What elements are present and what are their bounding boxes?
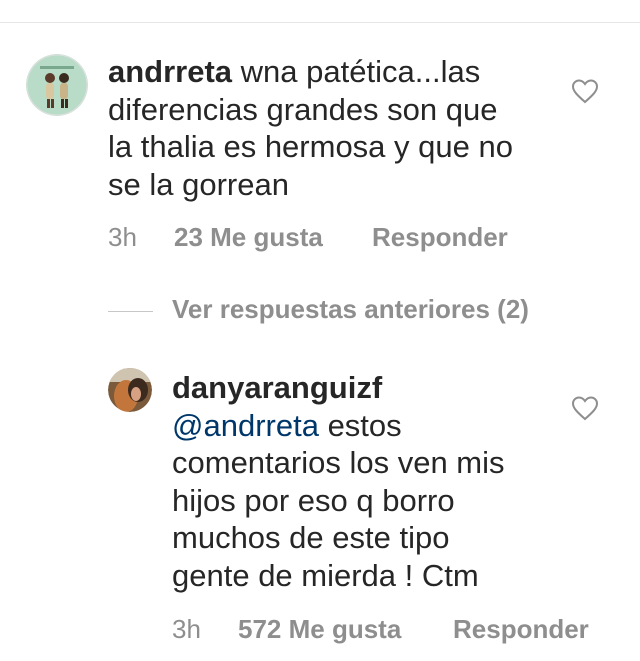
comment-username[interactable]: danyaranguizf [172,370,382,405]
comment-text-line: gente de mierda ! Ctm [172,557,479,593]
view-previous-replies-label: Ver respuestas anteriores (2) [172,294,529,324]
mention-link[interactable]: @andrreta [172,408,319,443]
avatar[interactable] [108,368,152,412]
comment-text-line: hijos por eso q borro [172,482,455,518]
top-divider [0,22,640,23]
avatar[interactable] [26,54,88,116]
comment-username[interactable]: andrreta [108,54,232,89]
comment-time: 3h [108,222,137,252]
comment-text-line: estos [327,407,402,443]
comment-line: andrreta wna patética...las [108,53,548,91]
comment-meta: 3h 572 Me gusta Responder [172,614,622,646]
comment-body: danyaranguizf @andrreta estos comentario… [172,369,552,594]
like-heart-icon[interactable] [571,78,599,104]
comment-username-line: danyaranguizf [172,369,552,407]
cartoon-couple-avatar-icon [26,54,88,116]
like-heart-icon[interactable] [571,395,599,421]
profile-photo-avatar-icon [108,368,152,412]
comment-text-line: comentarios los ven mis [172,445,505,480]
comment-text-line: se la gorrean [108,166,289,202]
comment-text-line: la thalia es hermosa y que no [108,129,513,164]
comment-text-line: diferencias grandes son que [108,91,498,127]
comment-meta: 3h 23 Me gusta Responder [108,222,588,254]
comment-text-line: wna patética...las [240,54,481,89]
comment-text-line: muchos de este tipo [172,520,450,555]
likes-count[interactable]: 572 Me gusta [238,614,401,645]
comment-time: 3h [172,614,201,644]
comment-body: andrreta wna patética...las diferencias … [108,53,548,203]
replies-divider-line [108,311,153,312]
reply-button[interactable]: Responder [453,614,589,645]
likes-count[interactable]: 23 Me gusta [174,222,323,253]
reply-button[interactable]: Responder [372,222,508,253]
comment-line: @andrreta estos [172,407,552,445]
